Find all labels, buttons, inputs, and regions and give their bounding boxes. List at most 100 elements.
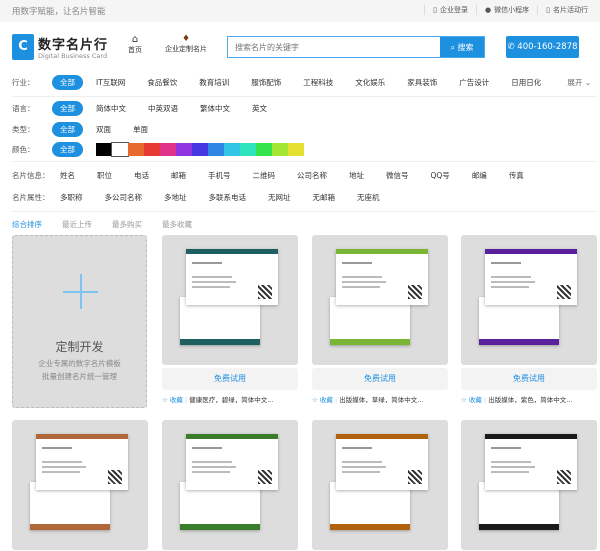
color-swatch[interactable] [208, 143, 224, 156]
star-icon: ☆ [312, 396, 320, 404]
favorite-button[interactable]: ☆ 收藏 [461, 396, 482, 404]
plus-icon [63, 274, 98, 309]
card-preview[interactable] [461, 235, 597, 365]
card-front [36, 434, 128, 490]
filter-option[interactable]: 微信号 [386, 170, 409, 181]
color-swatch[interactable] [240, 143, 256, 156]
template-card[interactable]: 免费试用 ☆ 收藏 | 出版媒体，草绿，简体中文... [312, 235, 448, 404]
sort-comprehensive[interactable]: 综合排序 [12, 219, 42, 230]
favorite-button[interactable]: ☆ 收藏 [162, 396, 183, 404]
filter-option[interactable]: 工程科技 [303, 77, 333, 88]
filter-option[interactable]: 多职称 [60, 192, 83, 203]
card-preview[interactable] [12, 420, 148, 550]
search-icon: ⌕ [450, 42, 458, 52]
filter-option[interactable]: 日用日化 [511, 77, 541, 88]
filter-option[interactable]: 传真 [509, 170, 524, 181]
filter-option[interactable]: 无邮箱 [313, 192, 336, 203]
chevron-down-icon: ⌄ [582, 78, 591, 87]
filter-option[interactable]: 邮编 [472, 170, 487, 181]
color-swatch[interactable] [224, 143, 240, 156]
filter-option[interactable]: 手机号 [208, 170, 231, 181]
filter-option[interactable]: IT互联网 [96, 77, 125, 88]
filter-option[interactable]: 多公司名称 [105, 192, 143, 203]
color-swatch[interactable] [160, 143, 176, 156]
color-swatch[interactable] [111, 142, 129, 157]
filter-option[interactable]: 中英双语 [148, 103, 178, 114]
enterprise-login-link[interactable]: ▯ 企业登录 [424, 5, 476, 15]
header: C 数字名片行 Digital Business Card ⌂ 首页 ♦ 企业定制名… [0, 22, 600, 70]
free-trial-button[interactable]: 免费试用 [162, 368, 298, 390]
filter-option[interactable]: 服饰配饰 [251, 77, 281, 88]
card-tags: 出版媒体，草绿，简体中文... [339, 396, 424, 404]
filter-option[interactable]: 教育培训 [199, 77, 229, 88]
star-icon: ☆ [162, 396, 170, 404]
template-card[interactable] [461, 420, 597, 550]
nav-home[interactable]: ⌂ 首页 [128, 34, 142, 55]
sort-most-favorited[interactable]: 最多收藏 [162, 219, 192, 230]
color-swatch[interactable] [272, 143, 288, 156]
filter-option[interactable]: 广告设计 [459, 77, 489, 88]
search-input[interactable] [228, 37, 440, 57]
filter-option[interactable]: 邮箱 [171, 170, 186, 181]
filter-option[interactable]: 单面 [133, 124, 148, 135]
expand-button[interactable]: 展开 ⌄ [567, 77, 591, 88]
filter-option[interactable]: 无网址 [268, 192, 291, 203]
filter-all[interactable]: 全部 [52, 101, 83, 116]
card-preview[interactable] [162, 420, 298, 550]
filter-option[interactable]: 繁体中文 [200, 103, 230, 114]
card-preview[interactable] [461, 420, 597, 550]
free-trial-button[interactable]: 免费试用 [461, 368, 597, 390]
card-meta: ☆ 收藏 | 出版媒体，紫色，简体中文... [461, 396, 573, 404]
search-button[interactable]: ⌕ 搜索 [440, 37, 484, 57]
card-preview[interactable] [312, 235, 448, 365]
color-swatch[interactable] [256, 143, 272, 156]
custom-title: 定制开发 [55, 340, 104, 354]
template-card[interactable]: 免费试用 ☆ 收藏 | 出版媒体，紫色，简体中文... [461, 235, 597, 404]
filter-option[interactable]: 食品餐饮 [147, 77, 177, 88]
filter-all[interactable]: 全部 [52, 122, 83, 137]
card-preview[interactable] [312, 420, 448, 550]
filter-option[interactable]: 姓名 [60, 170, 75, 181]
filter-option[interactable]: QQ号 [431, 170, 450, 181]
favorite-button[interactable]: ☆ 收藏 [312, 396, 333, 404]
card-front [186, 249, 278, 305]
card-preview[interactable] [162, 235, 298, 365]
color-swatch[interactable] [176, 143, 192, 156]
card-events-link[interactable]: ▯ 名片活动行 [537, 5, 596, 15]
template-card[interactable] [312, 420, 448, 550]
nav-enterprise-custom[interactable]: ♦ 企业定制名片 [165, 34, 207, 54]
sort-most-bought[interactable]: 最多购买 [112, 219, 142, 230]
template-card[interactable] [162, 420, 298, 550]
sort-recent[interactable]: 最近上传 [62, 219, 92, 230]
brand-name: 数字名片行 [38, 38, 109, 53]
phone-button[interactable]: ✆ 400-160-2878 [506, 36, 579, 58]
filter-option[interactable]: 多地址 [164, 192, 187, 203]
card-meta: ☆ 收藏 | 健康医疗，碧绿，简体中文... [162, 396, 274, 404]
color-swatch[interactable] [288, 143, 304, 156]
filter-option[interactable]: 电话 [134, 170, 149, 181]
filter-option[interactable]: 地址 [349, 170, 364, 181]
filter-option[interactable]: 简体中文 [96, 103, 126, 114]
filter-option[interactable]: 职位 [97, 170, 112, 181]
filter-option[interactable]: 无座机 [357, 192, 380, 203]
color-swatch[interactable] [192, 143, 208, 156]
free-trial-button[interactable]: 免费试用 [312, 368, 448, 390]
filter-option[interactable]: 多联系电话 [209, 192, 247, 203]
filter-option[interactable]: 公司名称 [297, 170, 327, 181]
filter-option[interactable]: 二维码 [253, 170, 276, 181]
custom-development-card[interactable]: 定制开发 企业专属的数字名片模板 批量创建名片统一管理 [12, 235, 147, 408]
logo[interactable]: C [12, 34, 34, 60]
wechat-miniprogram-link[interactable]: ● 微信小程序 [476, 5, 537, 15]
card-tags: 健康医疗，碧绿，简体中文... [189, 396, 274, 404]
filter-option[interactable]: 文化娱乐 [355, 77, 385, 88]
filter-option[interactable]: 家具装饰 [407, 77, 437, 88]
template-card[interactable] [12, 420, 148, 550]
filter-option[interactable]: 英文 [252, 103, 267, 114]
color-swatch[interactable] [96, 143, 112, 156]
filter-all[interactable]: 全部 [52, 75, 83, 90]
template-card[interactable]: 免费试用 ☆ 收藏 | 健康医疗，碧绿，简体中文... [162, 235, 298, 404]
filter-all[interactable]: 全部 [52, 142, 83, 157]
filter-option[interactable]: 双面 [96, 124, 111, 135]
color-swatch[interactable] [144, 143, 160, 156]
color-swatch[interactable] [128, 143, 144, 156]
